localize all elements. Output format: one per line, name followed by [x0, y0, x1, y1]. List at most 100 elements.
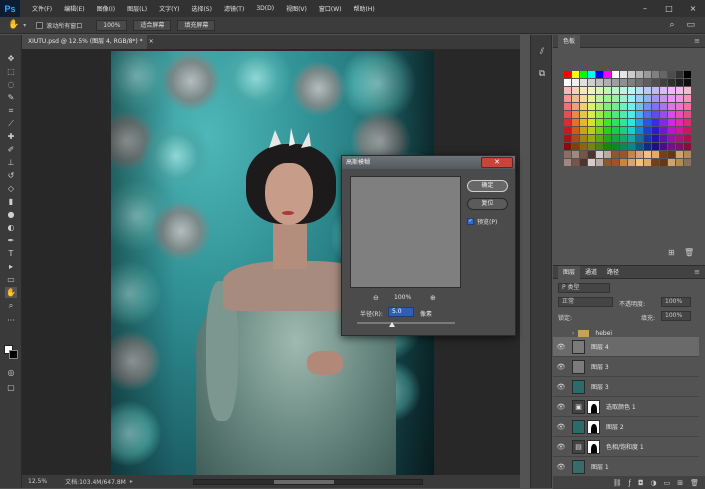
- menu-filter[interactable]: 滤镜(T): [218, 4, 250, 13]
- color-swatch[interactable]: [676, 95, 683, 102]
- hand-tool-icon[interactable]: ✋: [5, 287, 17, 298]
- history-brush-tool-icon[interactable]: ↺: [5, 170, 17, 181]
- color-swatch[interactable]: [620, 79, 627, 86]
- gradient-tool-icon[interactable]: ▮: [5, 196, 17, 207]
- color-swatch[interactable]: [684, 111, 691, 118]
- horizontal-scrollbar[interactable]: [192, 478, 423, 485]
- menu-image[interactable]: 图像(I): [91, 4, 121, 13]
- add-mask-icon[interactable]: ◘: [638, 479, 644, 487]
- color-swatch[interactable]: [620, 143, 627, 150]
- color-swatch[interactable]: [684, 95, 691, 102]
- color-swatch[interactable]: [676, 143, 683, 150]
- color-swatch[interactable]: [676, 71, 683, 78]
- color-swatch[interactable]: [660, 151, 667, 158]
- color-swatch[interactable]: [596, 127, 603, 134]
- layer-row[interactable]: 👁 图层 2: [553, 417, 699, 437]
- color-swatch[interactable]: [676, 151, 683, 158]
- color-swatch[interactable]: [652, 151, 659, 158]
- color-swatch[interactable]: [588, 79, 595, 86]
- color-swatch[interactable]: [636, 135, 643, 142]
- color-swatch[interactable]: [580, 143, 587, 150]
- color-swatch[interactable]: [572, 151, 579, 158]
- color-swatch[interactable]: [652, 87, 659, 94]
- layer-row[interactable]: 👁 图层 4: [553, 337, 699, 357]
- color-swatch[interactable]: [564, 71, 571, 78]
- color-swatch[interactable]: [660, 103, 667, 110]
- color-swatch[interactable]: [588, 71, 595, 78]
- move-tool-icon[interactable]: ✥: [5, 53, 17, 64]
- zoom-tool-icon[interactable]: ⌕: [5, 300, 17, 311]
- menu-layer[interactable]: 图层(L): [121, 4, 153, 13]
- color-swatch[interactable]: [572, 79, 579, 86]
- ok-button[interactable]: 确定: [467, 180, 508, 192]
- color-swatch[interactable]: [564, 151, 571, 158]
- color-swatch[interactable]: [572, 71, 579, 78]
- color-swatch[interactable]: [660, 111, 667, 118]
- color-swatch[interactable]: [596, 79, 603, 86]
- color-swatch[interactable]: [652, 71, 659, 78]
- color-swatch[interactable]: [684, 127, 691, 134]
- menu-3d[interactable]: 3D(D): [250, 5, 280, 12]
- color-swatch[interactable]: [644, 127, 651, 134]
- dialog-close-button[interactable]: ✕: [481, 157, 513, 168]
- color-swatch[interactable]: [628, 103, 635, 110]
- color-swatch[interactable]: [668, 111, 675, 118]
- menu-edit[interactable]: 编辑(E): [58, 4, 90, 13]
- color-swatch[interactable]: [644, 103, 651, 110]
- tab-layers[interactable]: 图层: [558, 265, 581, 279]
- color-swatch[interactable]: [564, 159, 571, 166]
- zoom-100-button[interactable]: 100%: [96, 19, 128, 31]
- color-swatch[interactable]: [652, 159, 659, 166]
- color-swatch[interactable]: [684, 119, 691, 126]
- layer-style-icon[interactable]: ƒ: [628, 479, 630, 487]
- color-swatch[interactable]: [676, 111, 683, 118]
- radius-input[interactable]: 5.0: [388, 307, 414, 317]
- color-swatch[interactable]: [628, 111, 635, 118]
- tool-preset-chevron-icon[interactable]: ▾: [23, 22, 26, 29]
- color-swatch[interactable]: [660, 71, 667, 78]
- color-swatch[interactable]: [612, 71, 619, 78]
- status-zoom[interactable]: 12.5%: [22, 478, 47, 485]
- link-layers-icon[interactable]: ⛓: [613, 479, 622, 487]
- blur-preview[interactable]: [350, 176, 461, 288]
- quick-select-tool-icon[interactable]: ✎: [5, 92, 17, 103]
- fill-input[interactable]: 100%: [661, 311, 691, 321]
- color-swatch[interactable]: [676, 103, 683, 110]
- eyedropper-tool-icon[interactable]: ⟋: [5, 118, 17, 129]
- search-icon[interactable]: ⌕: [669, 20, 674, 30]
- layer-row[interactable]: 👁 ▤ 色相/饱和度 1: [553, 437, 699, 457]
- type-tool-icon[interactable]: T: [5, 248, 17, 259]
- color-swatch[interactable]: [604, 111, 611, 118]
- marquee-tool-icon[interactable]: ⬚: [5, 66, 17, 77]
- color-swatch[interactable]: [668, 71, 675, 78]
- color-swatch[interactable]: [564, 127, 571, 134]
- color-swatch[interactable]: [572, 127, 579, 134]
- fill-screen-button[interactable]: 填充屏幕: [177, 19, 216, 31]
- color-swatch[interactable]: [636, 119, 643, 126]
- color-swatch[interactable]: [676, 87, 683, 94]
- color-swatch[interactable]: [596, 119, 603, 126]
- color-swatch[interactable]: [636, 71, 643, 78]
- color-swatch[interactable]: [612, 135, 619, 142]
- color-swatch[interactable]: [628, 159, 635, 166]
- properties-panel-icon[interactable]: ⧉: [536, 69, 548, 81]
- color-swatch[interactable]: [612, 143, 619, 150]
- radius-slider[interactable]: [357, 322, 455, 324]
- status-menu-arrow-icon[interactable]: ▸: [130, 478, 133, 485]
- color-swatch[interactable]: [668, 143, 675, 150]
- visibility-eye-icon[interactable]: 👁: [556, 363, 566, 371]
- color-swatch[interactable]: [644, 159, 651, 166]
- preview-checkbox[interactable]: ✓: [467, 218, 474, 225]
- color-swatch[interactable]: [612, 79, 619, 86]
- color-swatch[interactable]: [644, 151, 651, 158]
- color-swatch[interactable]: [572, 135, 579, 142]
- color-swatch[interactable]: [628, 143, 635, 150]
- color-swatch[interactable]: [580, 103, 587, 110]
- color-swatch[interactable]: [580, 71, 587, 78]
- tab-swatches[interactable]: 色板: [558, 34, 581, 48]
- color-swatch[interactable]: [564, 135, 571, 142]
- color-swatch[interactable]: [668, 95, 675, 102]
- color-swatch[interactable]: [684, 71, 691, 78]
- color-swatch[interactable]: [620, 71, 627, 78]
- color-swatch[interactable]: [588, 95, 595, 102]
